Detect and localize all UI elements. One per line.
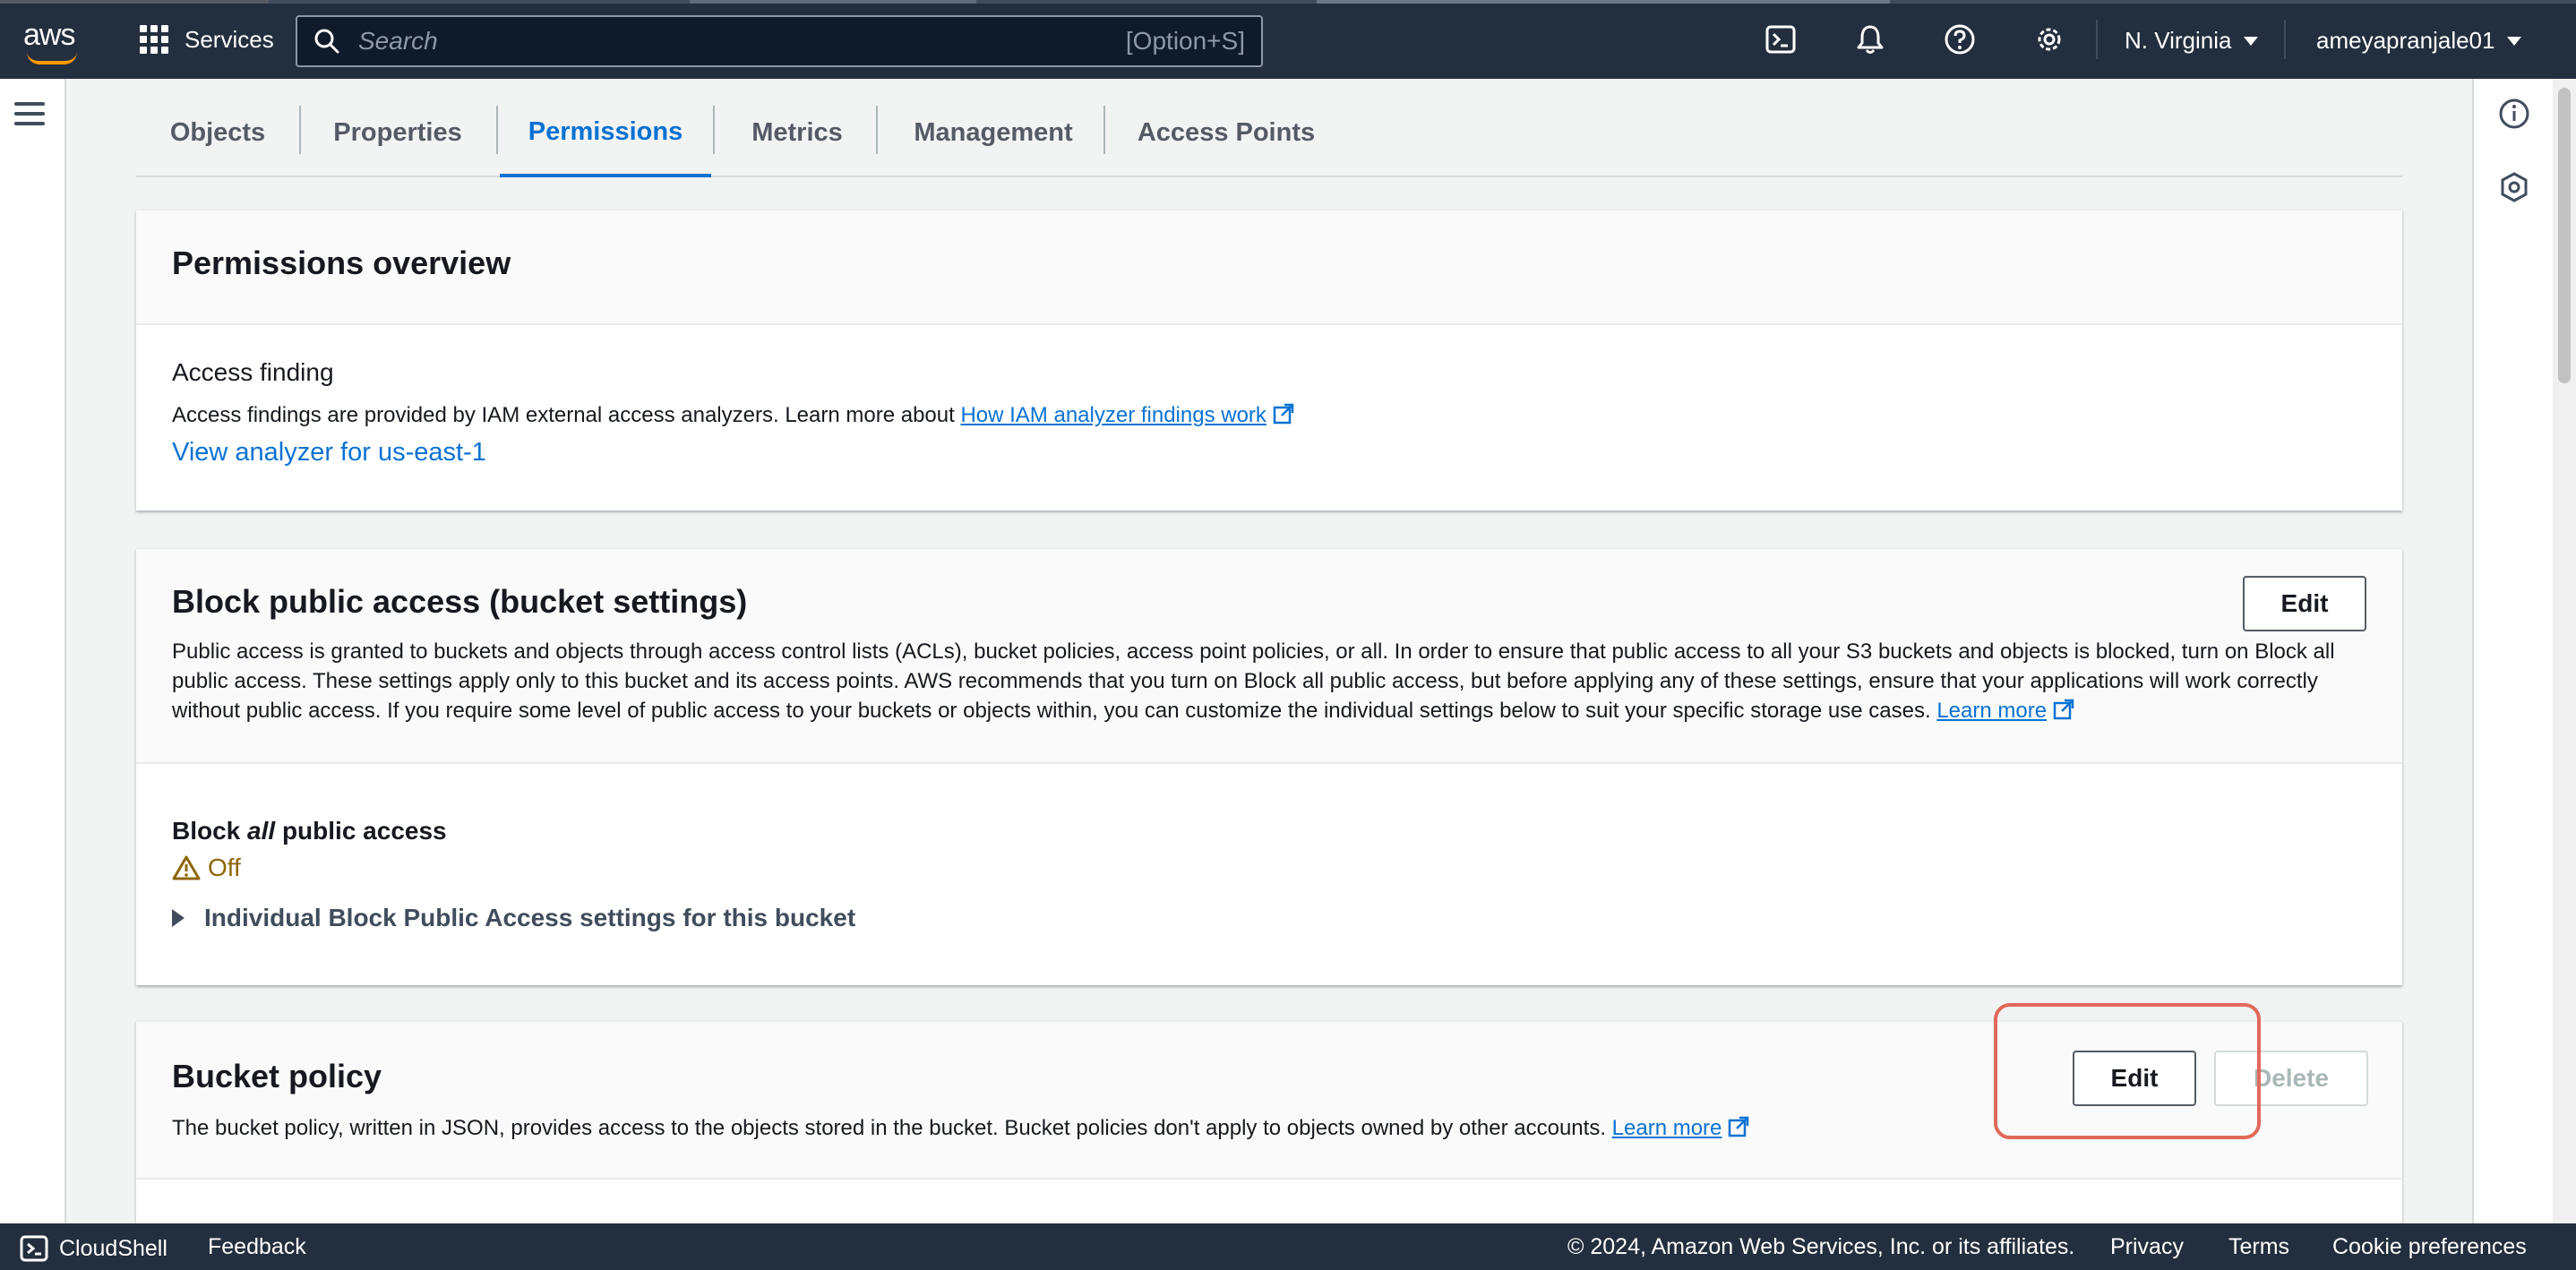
block-public-access-panel: Block public access (bucket settings) Ed…	[136, 548, 2402, 985]
account-name: ameyapranjale01	[2316, 27, 2495, 54]
chevron-down-icon	[2507, 36, 2522, 46]
search-input[interactable]	[358, 27, 1126, 56]
chevron-down-icon	[2244, 36, 2259, 46]
tab-metrics[interactable]: Metrics	[715, 90, 880, 176]
caret-right-icon	[172, 909, 185, 927]
grid-icon	[140, 25, 168, 54]
individual-settings-expander[interactable]: Individual Block Public Access settings …	[172, 904, 855, 932]
bucket-policy-description: The bucket policy, written in JSON, prov…	[172, 1113, 1750, 1143]
tab-management[interactable]: Management	[878, 90, 1109, 176]
block-public-access-edit-button[interactable]: Edit	[2243, 576, 2366, 631]
tab-access-points[interactable]: Access Points	[1105, 90, 1347, 176]
individual-settings-label: Individual Block Public Access settings …	[204, 904, 856, 931]
block-public-access-learn-more-link[interactable]: Learn more	[1936, 699, 2047, 723]
tab-objects[interactable]: Objects	[136, 90, 299, 176]
right-rail	[2472, 79, 2553, 1223]
edit-button-highlight	[1994, 1003, 2261, 1139]
bucket-tabs: Objects Properties Permissions Metrics M…	[136, 90, 2402, 177]
bucket-policy-title: Bucket policy	[172, 1058, 382, 1094]
services-menu-button[interactable]: Services	[140, 20, 274, 59]
settings-icon[interactable]	[2033, 23, 2065, 56]
permissions-overview-panel: Permissions overview Access finding Acce…	[136, 210, 2402, 511]
region-selector[interactable]: N. Virginia	[2125, 27, 2259, 55]
block-public-access-description: Public access is granted to buckets and …	[172, 639, 2335, 723]
loading-bar	[0, 0, 2576, 4]
left-rail	[0, 79, 66, 1223]
permissions-overview-title: Permissions overview	[172, 245, 511, 281]
region-label: N. Virginia	[2125, 27, 2232, 54]
search-shortcut-hint: [Option+S]	[1125, 27, 1245, 55]
aws-logo-text: aws	[23, 18, 75, 52]
access-finding-label: Access finding	[172, 358, 334, 386]
services-label: Services	[185, 25, 274, 53]
cloudshell-icon[interactable]	[1765, 23, 1797, 56]
bucket-policy-learn-more-link[interactable]: Learn more	[1612, 1116, 1722, 1140]
search-icon	[314, 29, 339, 54]
status-text: Off	[208, 854, 241, 881]
tab-properties[interactable]: Properties	[301, 90, 494, 176]
aws-logo[interactable]: aws	[23, 18, 82, 64]
warning-icon	[172, 855, 201, 880]
bell-icon[interactable]	[1854, 23, 1886, 56]
cloudshell-icon	[20, 1235, 48, 1262]
terms-link[interactable]: Terms	[2228, 1234, 2289, 1260]
external-link-icon	[2053, 699, 2074, 720]
access-finding-description: Access findings are provided by IAM exte…	[172, 400, 1295, 430]
account-menu[interactable]: ameyapranjale01	[2316, 27, 2522, 55]
external-link-icon	[1273, 403, 1294, 425]
copyright-text: © 2024, Amazon Web Services, Inc. or its…	[1567, 1234, 2075, 1259]
block-public-access-title: Block public access (bucket settings)	[172, 583, 748, 620]
help-icon[interactable]	[1944, 23, 1976, 56]
tab-permissions[interactable]: Permissions	[500, 90, 711, 177]
block-all-public-access-label: Block all public access	[172, 817, 447, 845]
block-public-access-status: Off	[172, 854, 241, 882]
cloudshell-button[interactable]: CloudShell	[20, 1234, 167, 1263]
external-link-icon	[1729, 1116, 1749, 1137]
top-navigation: aws Services [Option+S] N. Virginia	[0, 0, 2576, 79]
view-analyzer-link[interactable]: View analyzer for us-east-1	[172, 438, 486, 468]
page-scrollbar[interactable]	[2553, 79, 2576, 1223]
iam-analyzer-findings-link[interactable]: How IAM analyzer findings work	[960, 403, 1266, 427]
privacy-link[interactable]: Privacy	[2110, 1234, 2184, 1260]
footer: CloudShell Feedback © 2024, Amazon Web S…	[0, 1223, 2576, 1270]
info-icon[interactable]	[2497, 97, 2531, 131]
hexagon-icon[interactable]	[2497, 170, 2531, 204]
search-box[interactable]: [Option+S]	[296, 15, 1263, 67]
menu-icon[interactable]	[14, 102, 45, 125]
feedback-link[interactable]: Feedback	[208, 1234, 306, 1260]
cookie-preferences-link[interactable]: Cookie preferences	[2332, 1234, 2527, 1260]
